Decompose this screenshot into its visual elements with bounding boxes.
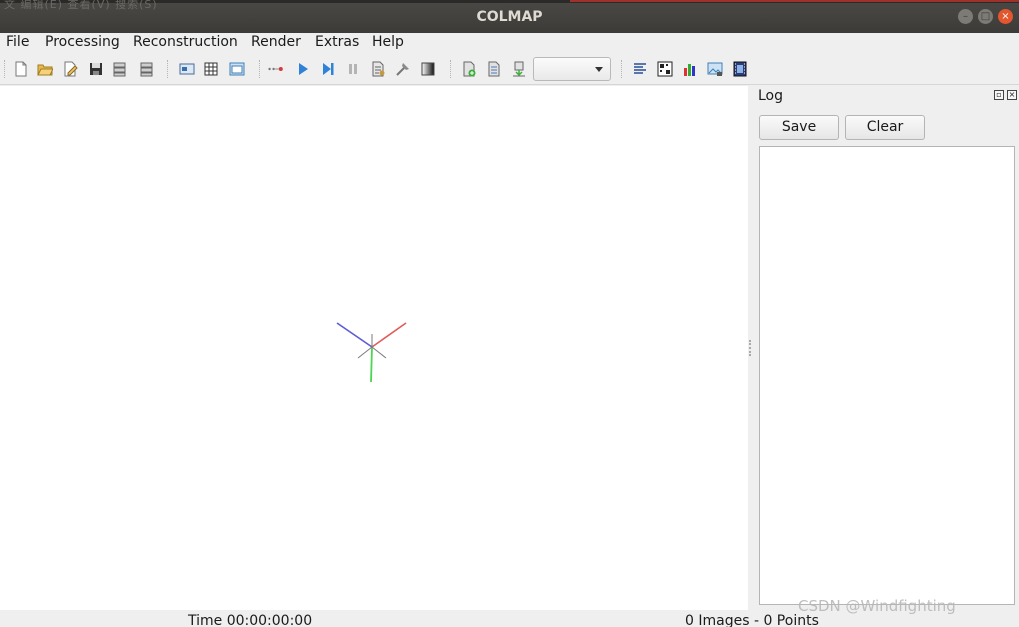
toolbar-separator [450,60,452,78]
render-toggle-icon[interactable] [420,61,436,77]
watermark: CSDN @Windfighting [798,597,956,615]
reconstruction-stats-icon[interactable] [682,61,698,77]
render-options-icon[interactable] [707,61,723,77]
toolbar [0,54,1019,85]
reconstruction-select[interactable] [533,57,611,81]
log-output[interactable] [759,146,1015,605]
z-axis [336,322,373,348]
status-counts: 0 Images - 0 Points [685,613,819,627]
toolbar-separator [621,60,623,78]
log-icon[interactable] [632,61,648,77]
log-dock: Log ▫ × Save Clear [753,86,1019,610]
step-reconstruction-icon[interactable] [320,61,336,77]
model-import-icon[interactable] [461,61,477,77]
toolbar-separator [4,60,6,78]
database-management-icon[interactable] [229,61,245,77]
start-reconstruction-icon[interactable] [295,61,311,77]
render-canvas[interactable] [0,86,748,610]
import-model-icon[interactable] [112,61,128,77]
coordinate-axes [336,322,407,383]
toolbar-separator [259,60,261,78]
negative-x-axis [371,346,387,359]
title-bar: 文 编辑(E) 查看(V) 搜索(S) COLMAP – □ × [0,0,1019,33]
maximize-button[interactable]: □ [978,9,993,24]
clear-log-button[interactable]: Clear [845,115,925,140]
grab-movie-icon[interactable] [732,61,748,77]
log-title: Log [758,88,784,104]
model-download-icon[interactable] [511,61,527,77]
automatic-reconstruction-icon[interactable] [268,61,284,77]
reconstruction-options-icon[interactable] [370,61,386,77]
save-project-icon[interactable] [88,61,104,77]
model-export-icon[interactable] [486,61,502,77]
splitter-grip [749,340,751,356]
menu-extras[interactable]: Extras [315,34,359,50]
save-log-button[interactable]: Save [759,115,839,140]
window-title: COLMAP [476,9,543,25]
minimize-button[interactable]: – [958,9,973,24]
pause-reconstruction-icon[interactable] [345,61,361,77]
menu-file[interactable]: File [6,34,29,50]
float-dock-icon[interactable]: ▫ [994,90,1004,100]
close-dock-icon[interactable]: × [1007,90,1017,100]
menu-help[interactable]: Help [372,34,404,50]
close-button[interactable]: × [998,9,1013,24]
toolbar-separator [167,60,169,78]
match-matrix-icon[interactable] [657,61,673,77]
chevron-down-icon [595,67,603,72]
menu-render[interactable]: Render [251,34,301,50]
new-project-icon[interactable] [13,61,29,77]
open-project-icon[interactable] [37,61,53,77]
menu-processing[interactable]: Processing [45,34,120,50]
accent-strip [570,0,1019,2]
status-time: Time 00:00:00:00 [188,613,313,627]
x-axis [371,322,407,348]
menu-bar: File Processing Reconstruction Render Ex… [0,33,1019,54]
menu-reconstruction[interactable]: Reconstruction [133,34,238,50]
export-model-icon[interactable] [138,61,154,77]
feature-extraction-icon[interactable] [179,61,195,77]
edit-project-icon[interactable] [62,61,78,77]
y-axis [370,346,373,383]
negative-z-axis [357,346,373,359]
feature-matching-icon[interactable] [203,61,219,77]
bundle-adjustment-icon[interactable] [395,61,411,77]
